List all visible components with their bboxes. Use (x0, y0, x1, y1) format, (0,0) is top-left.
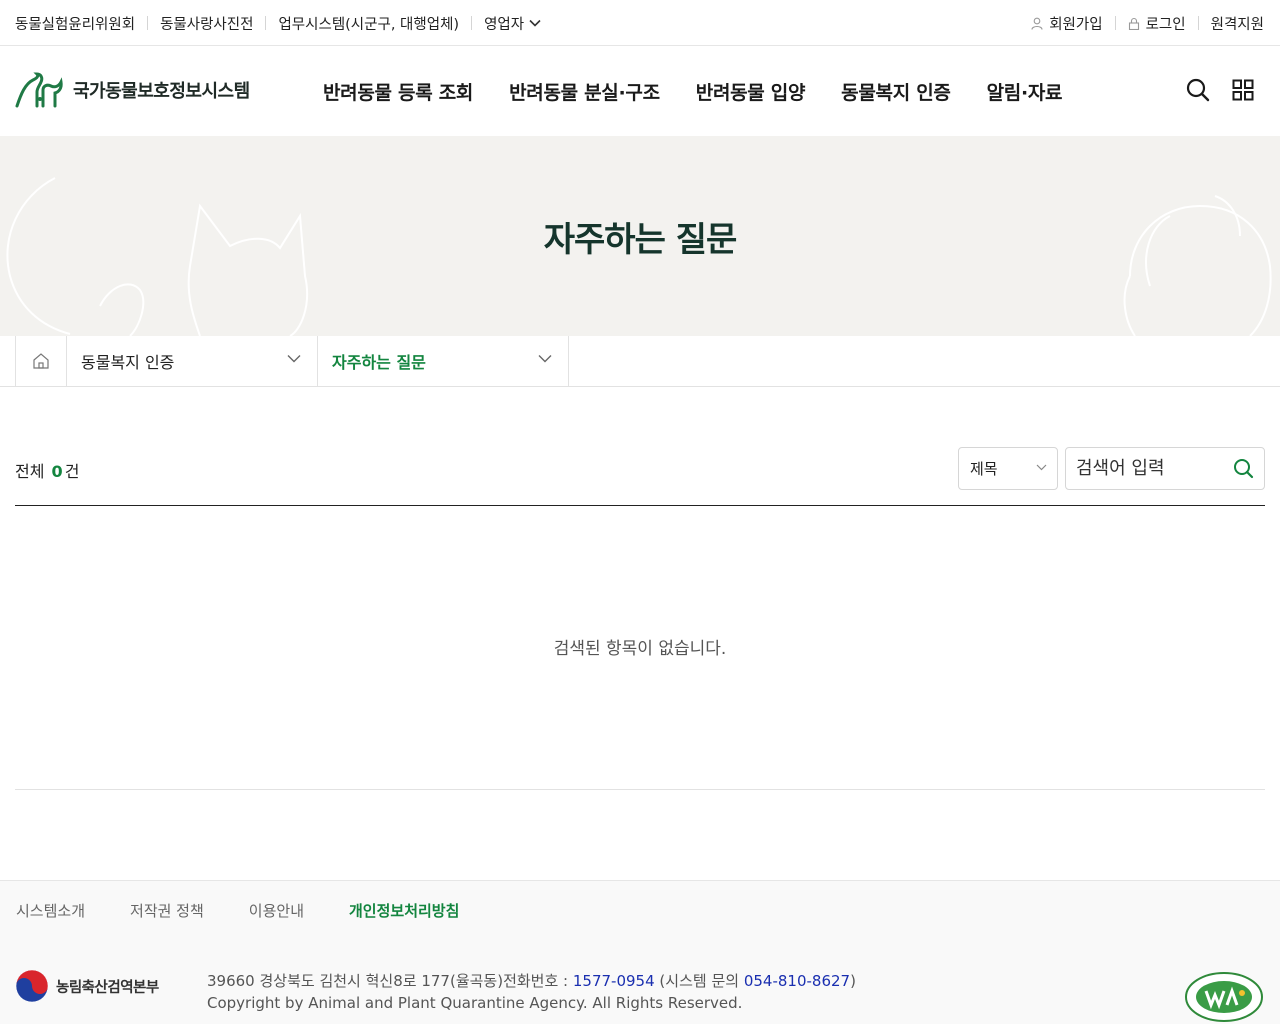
divider (1114, 16, 1116, 30)
signup-link[interactable]: 회원가입 (1031, 13, 1103, 34)
search-type-select[interactable]: 제목 (958, 447, 1058, 490)
depth2-select[interactable]: 자주하는 질문 (318, 336, 569, 386)
board-toolbar: 전체 0건 제목 (15, 447, 1265, 490)
home-button[interactable] (15, 336, 67, 386)
chevron-down-icon (538, 355, 552, 363)
address-line: 39660 경상북도 김천시 혁신8로 177(율곡동)전화번호 : 1577-… (207, 970, 856, 992)
total-suffix: 건 (64, 462, 80, 481)
grid-menu-icon (1232, 79, 1254, 101)
nav-adoption[interactable]: 반려동물 입양 (696, 78, 806, 105)
main-navigation: 반려동물 등록 조회 반려동물 분실·구조 반려동물 입양 동물복지 인증 알림… (323, 46, 1098, 136)
footer-org-logo: 농림축산검역본부 (15, 969, 159, 1003)
nav-pet-registration[interactable]: 반려동물 등록 조회 (323, 78, 473, 105)
system-inquiry-suffix: ) (850, 972, 856, 990)
link-work-system[interactable]: 업무시스템(시군구, 대행업체) (278, 13, 459, 34)
divider (265, 16, 267, 30)
logo-icon (15, 72, 63, 108)
header-tools (1164, 78, 1254, 106)
account-links: 회원가입 로그인 원격지원 (1031, 0, 1264, 46)
divider (471, 16, 473, 30)
divider (1197, 16, 1199, 30)
taegeuk-emblem-icon (15, 969, 49, 1003)
footer-link-privacy-policy[interactable]: 개인정보처리방침 (349, 900, 459, 921)
user-icon (1031, 17, 1043, 30)
total-count: 전체 0건 (15, 458, 79, 482)
total-count-value: 0 (51, 462, 63, 481)
search-box (1065, 447, 1265, 490)
footer-link-system-intro[interactable]: 시스템소개 (16, 900, 85, 921)
site-logo[interactable]: 국가동물보호정보시스템 (15, 72, 250, 108)
depth2-label: 자주하는 질문 (332, 353, 426, 372)
search-type-value: 제목 (970, 460, 998, 478)
nav-welfare-cert[interactable]: 동물복지 인증 (841, 78, 951, 105)
chevron-down-icon (529, 19, 541, 27)
business-label: 영업자 (484, 16, 525, 33)
chevron-down-icon (1036, 464, 1047, 471)
header-search-button[interactable] (1186, 78, 1210, 106)
depth1-label: 동물복지 인증 (81, 353, 175, 372)
board-top-divider (15, 505, 1265, 506)
site-footer: 시스템소개 저작권 정책 이용안내 개인정보처리방침 농림축산검역본부 3966… (0, 880, 1280, 1024)
login-link[interactable]: 로그인 (1128, 13, 1186, 34)
link-photo-contest[interactable]: 동물사랑사진전 (160, 13, 253, 34)
search-submit-button[interactable] (1233, 458, 1254, 483)
sitemap-button[interactable] (1232, 79, 1254, 105)
page-visual-banner: 자주하는 질문 (0, 136, 1280, 336)
board-bottom-divider (15, 789, 1265, 790)
footer-link-usage-guide[interactable]: 이용안내 (249, 900, 304, 921)
page-title: 자주하는 질문 (543, 220, 738, 260)
search-icon (1234, 459, 1254, 479)
total-prefix: 전체 (15, 462, 45, 481)
copyright: Copyright by Animal and Plant Quarantine… (207, 994, 743, 1012)
login-label: 로그인 (1145, 16, 1186, 33)
business-dropdown[interactable]: 영업자 (484, 13, 541, 34)
home-icon (33, 353, 49, 369)
lock-icon (1128, 17, 1139, 30)
signup-label: 회원가입 (1049, 16, 1103, 33)
nav-lost-rescue[interactable]: 반려동물 분실·구조 (509, 78, 660, 105)
divider (147, 16, 149, 30)
web-accessibility-mark-icon (1185, 972, 1263, 1022)
empty-message: 검색된 항목이 없습니다. (553, 639, 727, 659)
search-input[interactable] (1066, 448, 1226, 489)
site-header: 국가동물보호정보시스템 반려동물 등록 조회 반려동물 분실·구조 반려동물 입… (0, 46, 1280, 136)
logo-text: 국가동물보호정보시스템 (73, 81, 250, 102)
footer-link-copyright-policy[interactable]: 저작권 정책 (130, 900, 204, 921)
utility-links: 동물실험윤리위원회 동물사랑사진전 업무시스템(시군구, 대행업체) 영업자 (15, 0, 541, 46)
location-bar: 동물복지 인증 자주하는 질문 (0, 336, 1280, 387)
phone-number[interactable]: 1577-0954 (573, 972, 655, 990)
footer-nav: 시스템소개 저작권 정책 이용안내 개인정보처리방침 (16, 900, 504, 921)
address-text: 39660 경상북도 김천시 혁신8로 177(율곡동)전화번호 : (207, 972, 569, 990)
chevron-down-icon (287, 355, 301, 363)
utility-bar: 동물실험윤리위원회 동물사랑사진전 업무시스템(시군구, 대행업체) 영업자 회… (0, 0, 1280, 46)
system-inquiry-prefix: (시스템 문의 (659, 972, 740, 990)
system-inquiry-number[interactable]: 054-810-8627 (744, 972, 850, 990)
search-icon (1186, 78, 1210, 102)
nav-notice-data[interactable]: 알림·자료 (987, 78, 1063, 105)
remote-support-link[interactable]: 원격지원 (1211, 13, 1264, 34)
footer-address: 39660 경상북도 김천시 혁신8로 177(율곡동)전화번호 : 1577-… (207, 970, 856, 1014)
depth1-select[interactable]: 동물복지 인증 (67, 336, 318, 386)
footer-org-name: 농림축산검역본부 (56, 979, 159, 996)
link-animal-ethics-committee[interactable]: 동물실험윤리위원회 (15, 13, 135, 34)
